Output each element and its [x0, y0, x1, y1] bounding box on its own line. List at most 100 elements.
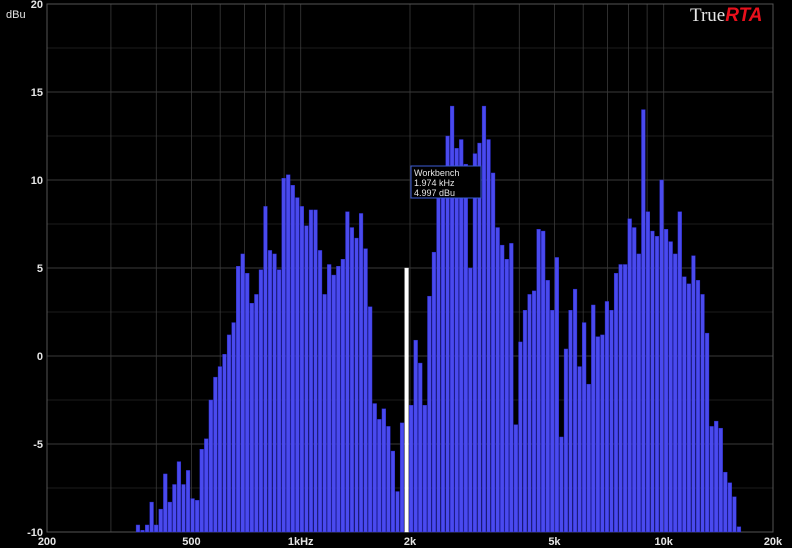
spectrum-bar — [714, 420, 719, 533]
spectrum-bar — [504, 259, 509, 533]
spectrum-bar — [522, 310, 528, 533]
spectrum-bar — [149, 501, 154, 533]
spectrum-bar — [322, 294, 327, 533]
spectrum-bar — [641, 109, 646, 533]
spectrum-bar — [732, 496, 737, 533]
spectrum-bar — [518, 341, 523, 533]
spectrum-bar — [632, 227, 637, 533]
spectrum-bar-highlighted — [404, 267, 409, 533]
spectrum-bar — [208, 399, 213, 533]
spectrum-bar — [509, 243, 514, 533]
spectrum-bar — [481, 105, 487, 533]
spectrum-bar — [372, 403, 377, 533]
spectrum-bar — [654, 236, 660, 533]
spectrum-bar — [600, 334, 605, 533]
spectrum-bar — [331, 274, 336, 533]
y-tick-label: 15 — [31, 87, 43, 99]
tooltip-title: Workbench — [414, 168, 459, 178]
spectrum-bar — [286, 174, 291, 533]
brand-name-accent: RTA — [725, 5, 762, 26]
spectrum-bar — [431, 251, 436, 533]
spectrum-bar — [231, 322, 236, 533]
y-tick-label: 0 — [37, 351, 43, 363]
spectrum-bar — [336, 266, 341, 533]
spectrum-bar — [582, 322, 587, 533]
spectrum-bar — [709, 426, 714, 533]
spectrum-bar — [308, 209, 314, 533]
x-tick-label: 5k — [548, 536, 561, 548]
spectrum-bar — [395, 491, 400, 533]
spectrum-bar — [673, 253, 678, 533]
spectrum-bar — [172, 484, 177, 533]
spectrum-bar — [258, 269, 263, 533]
spectrum-bar — [199, 449, 204, 533]
spectrum-bar — [190, 498, 195, 533]
spectrum-bar — [664, 229, 669, 533]
spectrum-bar — [363, 248, 368, 533]
spectrum-bar — [627, 218, 632, 533]
spectrum-bar — [677, 211, 682, 533]
y-tick-label: -5 — [33, 439, 43, 451]
spectrum-bar — [263, 206, 268, 533]
spectrum-bar — [140, 530, 145, 533]
spectrum-bar — [536, 229, 541, 533]
tooltip: Workbench 1.974 kHz 4.997 dBu — [410, 165, 482, 199]
spectrum-bar — [559, 436, 564, 533]
spectrum-bar — [513, 424, 518, 533]
spectrum-bar — [299, 206, 304, 533]
spectrum-bar — [176, 461, 182, 533]
spectrum-bar — [645, 211, 650, 533]
spectrum-bar — [422, 405, 427, 533]
spectrum-bar — [532, 290, 537, 533]
spectrum-bar — [563, 348, 569, 533]
spectrum-bar — [413, 339, 418, 533]
spectrum-bar — [390, 450, 396, 533]
brand-logo: TrueRTA — [690, 5, 763, 26]
spectrum-bar — [195, 500, 200, 533]
spectrum-bar — [623, 264, 628, 533]
spectrum-bar — [463, 163, 468, 533]
y-tick-label: 20 — [31, 0, 43, 11]
spectrum-bar — [500, 244, 505, 533]
spectrum-bar — [636, 253, 641, 533]
spectrum-bar — [217, 366, 222, 533]
spectrum-bar — [222, 354, 227, 533]
spectrum-bar — [281, 178, 286, 533]
spectrum-bar — [545, 280, 550, 533]
x-tick-label: 10k — [655, 536, 674, 548]
spectrum-bar — [736, 526, 742, 533]
spectrum-bar — [609, 310, 614, 533]
spectrum-bar — [591, 304, 596, 533]
spectrum-bar — [295, 197, 300, 533]
spectrum-bar — [541, 230, 546, 533]
spectrum-bar — [668, 241, 673, 533]
spectrum-bar — [577, 366, 582, 533]
spectrum-bar — [454, 148, 459, 533]
spectrum-bar — [705, 332, 710, 533]
spectrum-bar — [618, 264, 623, 533]
x-tick-label: 1kHz — [288, 536, 314, 548]
spectrum-bar — [477, 142, 482, 533]
spectrum-bar — [686, 283, 691, 533]
spectrum-bar — [240, 253, 245, 533]
spectrum-bar — [727, 482, 732, 533]
spectrum-bar — [349, 227, 355, 533]
spectrum-bar — [468, 267, 473, 533]
spectrum-bar — [472, 153, 477, 533]
x-tick-label: 2k — [404, 536, 417, 548]
spectrum-bar — [236, 266, 241, 533]
spectrum-bar — [163, 473, 168, 533]
spectrum-bar — [272, 253, 277, 533]
spectrum-bar — [245, 273, 250, 533]
spectrum-bar — [595, 336, 600, 533]
spectrum-bar — [659, 179, 664, 533]
spectrum-bar — [249, 303, 254, 533]
spectrum-bar — [181, 484, 186, 533]
spectrum-bar — [613, 273, 619, 533]
spectrum-bar — [154, 524, 159, 533]
spectrum-bar — [254, 294, 259, 533]
spectrum-bar — [267, 250, 273, 533]
spectrum-bar — [418, 362, 423, 533]
spectrum-bar — [144, 524, 150, 533]
spectrum-bar — [377, 419, 382, 533]
